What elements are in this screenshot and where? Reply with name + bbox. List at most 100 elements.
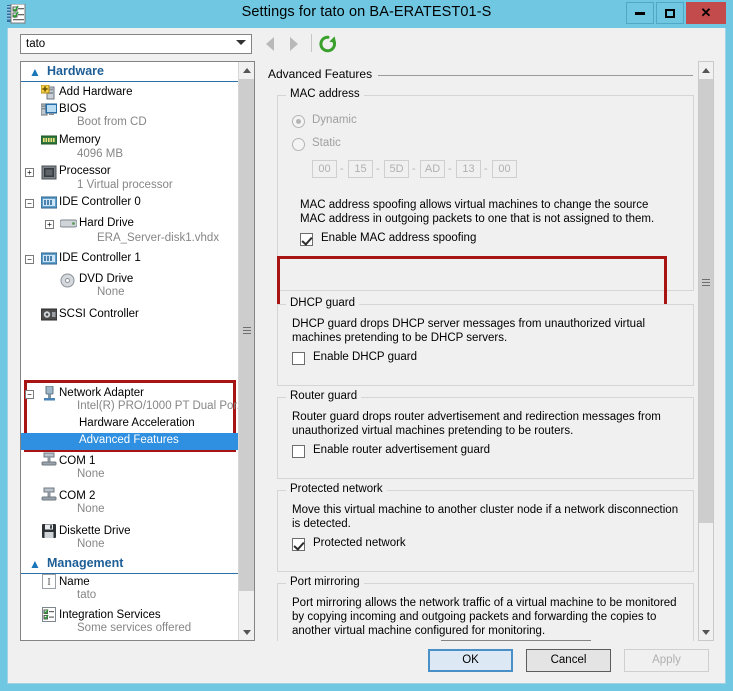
tree-group-label: Management: [47, 556, 123, 570]
mac-address-group: MAC address Dynamic Static 00 - 15 - 5D …: [277, 95, 694, 291]
tree-group-hardware[interactable]: ▲ Hardware: [21, 62, 238, 82]
tree-item-sublabel: tato: [77, 589, 96, 601]
tree-expander-processor[interactable]: +: [25, 168, 34, 177]
scroll-down-button[interactable]: [239, 624, 255, 640]
enable-router-guard-checkbox[interactable]: [292, 445, 305, 458]
refresh-icon[interactable]: [319, 35, 337, 53]
mac-static-label: Static: [312, 137, 341, 149]
chevron-up-icon: ▲: [29, 65, 41, 79]
tree-item-sublabel: Boot from CD: [77, 116, 147, 128]
group-title: MAC address: [286, 88, 364, 100]
protected-network-group: Protected network Move this virtual mach…: [277, 490, 694, 572]
scroll-up-button[interactable]: [699, 62, 713, 78]
mac-spoofing-description: MAC address spoofing allows virtual mach…: [300, 198, 668, 226]
mirroring-mode-select[interactable]: None: [441, 640, 591, 641]
toolbar-separator: [311, 34, 312, 52]
enable-mac-spoofing-checkbox[interactable]: [300, 233, 313, 246]
protected-network-checkbox[interactable]: [292, 538, 305, 551]
tree-expander-ide1[interactable]: −: [25, 255, 34, 264]
mac-dynamic-radio[interactable]: [292, 115, 305, 128]
tree-expander-ide0[interactable]: −: [25, 199, 34, 208]
dvd-drive-icon: [60, 273, 76, 288]
mac-octet-1[interactable]: 00: [312, 160, 337, 178]
mac-octet-3[interactable]: 5D: [384, 160, 409, 178]
tree-item-label: BIOS: [59, 103, 86, 115]
enable-dhcp-guard-checkbox[interactable]: [292, 352, 305, 365]
chevron-down-icon: [243, 630, 251, 635]
ok-button[interactable]: OK: [428, 649, 513, 672]
tree-item-sublabel: None: [77, 468, 105, 480]
tree-item-sublabel: None: [77, 503, 105, 515]
maximize-icon: [665, 9, 675, 18]
mac-octet-5[interactable]: 13: [456, 160, 481, 178]
tree-item-label: Hardware Acceleration: [79, 417, 195, 429]
tree-item-label: IDE Controller 0: [59, 196, 141, 208]
chevron-up-icon: [243, 68, 251, 73]
com-port-icon: [41, 487, 57, 502]
tree-group-label: Hardware: [47, 64, 104, 78]
chevron-up-icon: [702, 68, 710, 73]
advanced-features-pane: Advanced Features MAC address Dynamic St…: [263, 61, 715, 641]
scrollbar-thumb[interactable]: [239, 79, 255, 591]
title-bar: Settings for tato on BA-ERATEST01-S ✕: [0, 0, 733, 28]
cancel-button[interactable]: Cancel: [526, 649, 611, 672]
page-title: Advanced Features: [268, 67, 378, 81]
hardware-tree[interactable]: ▲ Hardware Add Hardware: [20, 61, 255, 641]
tree-group-management[interactable]: ▲ Management: [21, 554, 238, 574]
scrollbar-grip-icon: [243, 327, 251, 334]
dhcp-guard-description: DHCP guard drops DHCP server messages fr…: [292, 317, 682, 345]
tree-item-sublabel: Intel(R) PRO/1000 PT Dual Por...: [77, 400, 246, 412]
pane-scrollbar[interactable]: [698, 61, 714, 641]
tree-scrollbar[interactable]: [238, 62, 254, 640]
com-port-icon: [41, 452, 57, 467]
minimize-button[interactable]: [626, 2, 654, 24]
mac-octet-4[interactable]: AD: [420, 160, 445, 178]
tree-item-label: Name: [59, 576, 90, 588]
dhcp-guard-group: DHCP guard DHCP guard drops DHCP server …: [277, 304, 694, 386]
mac-separator: -: [448, 163, 452, 175]
add-hardware-icon: [41, 85, 57, 100]
memory-icon: [41, 135, 57, 150]
tree-item-label: IDE Controller 1: [59, 252, 141, 264]
processor-icon: [41, 165, 57, 180]
close-button[interactable]: ✕: [686, 2, 726, 24]
scroll-up-button[interactable]: [239, 62, 255, 78]
close-icon: ✕: [701, 5, 712, 21]
back-button[interactable]: [266, 37, 274, 51]
tree-expander-network-adapter[interactable]: −: [25, 390, 34, 399]
tree-item-label: Add Hardware: [59, 86, 133, 98]
tree-item-sublabel: Some services offered: [77, 622, 191, 634]
group-title: Router guard: [286, 390, 361, 402]
scrollbar-grip-icon: [702, 279, 710, 286]
apply-button[interactable]: Apply: [624, 649, 709, 672]
tree-item-label: Advanced Features: [79, 434, 179, 446]
protected-network-label: Protected network: [313, 537, 406, 549]
tree-item-label: DVD Drive: [79, 273, 133, 285]
tree-expander-hard-drive[interactable]: +: [45, 220, 54, 229]
scrollbar-thumb[interactable]: [699, 79, 713, 523]
tree-item-advanced-features[interactable]: Advanced Features: [21, 433, 238, 450]
hard-drive-icon: [60, 218, 76, 233]
content-area: ▲ Hardware Add Hardware: [7, 60, 726, 644]
ide-controller-icon: [41, 252, 57, 267]
bios-icon: [41, 102, 57, 117]
tree-item-label: COM 1: [59, 455, 95, 467]
chevron-down-icon: [236, 40, 246, 45]
port-mirroring-group: Port mirroring Port mirroring allows the…: [277, 583, 694, 641]
tree-item-sublabel: 4096 MB: [77, 148, 123, 160]
vm-selector-combobox[interactable]: tato: [20, 34, 252, 54]
mac-octet-6[interactable]: 00: [492, 160, 517, 178]
scroll-down-button[interactable]: [699, 624, 713, 640]
tree-item-sublabel: ERA_Server-disk1.vhdx: [97, 232, 219, 244]
mac-static-radio[interactable]: [292, 138, 305, 151]
tree-item-label: Diskette Drive: [59, 525, 131, 537]
maximize-button[interactable]: [656, 2, 684, 24]
tree-item-sublabel: None: [97, 286, 125, 298]
mac-octet-2[interactable]: 15: [348, 160, 373, 178]
forward-button[interactable]: [290, 37, 298, 51]
tree-item-sublabel: None: [77, 538, 105, 550]
tree-item-sublabel: 1 Virtual processor: [77, 179, 173, 191]
chevron-up-icon: ▲: [29, 557, 41, 571]
protected-network-description: Move this virtual machine to another clu…: [292, 503, 682, 531]
tree-item-label: Integration Services: [59, 609, 161, 621]
